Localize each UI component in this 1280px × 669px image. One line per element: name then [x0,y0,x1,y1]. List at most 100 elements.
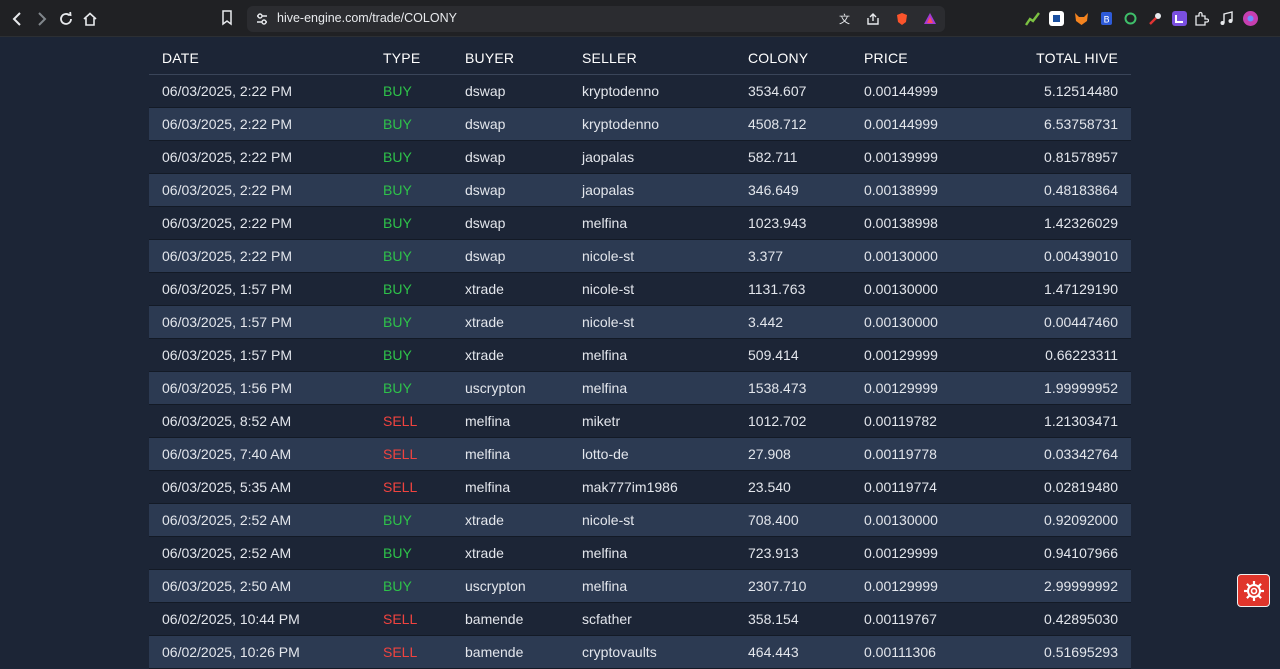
header-total-hive[interactable]: TOTAL HIVE [1036,50,1118,66]
cell-buyer: uscrypton [465,578,526,594]
cell-seller: melfina [582,578,628,594]
cell-total-hive: 0.03342764 [1044,446,1118,462]
cell-date: 06/03/2025, 2:22 PM [162,83,292,99]
extension-cube-icon[interactable] [1049,11,1064,26]
extension-key-icon[interactable] [1148,11,1163,26]
table-row[interactable]: 06/03/2025, 2:22 PM BUY dswap nicole-st 3.37… [149,240,1131,273]
cell-date: 06/03/2025, 2:52 AM [162,545,292,561]
cell-price: 0.00139999 [864,149,938,165]
cell-colony: 2307.710 [748,578,807,594]
cell-total-hive: 1.47129190 [1044,281,1118,297]
table-row[interactable]: 06/03/2025, 2:22 PM BUY dswap jaopalas 346.6… [149,174,1131,207]
header-colony[interactable]: COLONY [748,50,808,66]
cell-seller: miketr [582,413,621,429]
table-row[interactable]: 06/03/2025, 2:50 AM BUY uscrypton melfina 23… [149,570,1131,603]
table-row[interactable]: 06/03/2025, 2:52 AM BUY xtrade nicole-st 708… [149,504,1131,537]
table-row[interactable]: 06/03/2025, 7:40 AM SELL melfina lotto-de 27… [149,438,1131,471]
brave-rewards-icon[interactable] [923,12,937,26]
cell-type: SELL [383,479,418,495]
cell-date: 06/03/2025, 1:57 PM [162,281,292,297]
back-icon[interactable] [8,9,28,29]
table-row[interactable]: 06/03/2025, 2:22 PM BUY dswap kryptodenno 45… [149,108,1131,141]
cell-type: SELL [383,446,418,462]
cell-total-hive: 0.66223311 [1045,347,1118,363]
forward-icon[interactable] [31,9,51,29]
translate-icon[interactable]: 文 [839,12,853,26]
profile-avatar-icon[interactable] [1243,11,1258,26]
cell-colony: 582.711 [748,149,798,165]
header-buyer[interactable]: BUYER [465,50,514,66]
cell-date: 06/03/2025, 1:56 PM [162,380,292,396]
cell-buyer: xtrade [465,314,504,330]
cell-seller: melfina [582,380,628,396]
cell-date: 06/03/2025, 7:40 AM [162,446,292,462]
cell-price: 0.00119782 [864,413,937,429]
cell-price: 0.00119774 [864,479,937,495]
media-music-icon[interactable] [1219,11,1234,26]
brave-shields-icon[interactable] [895,12,909,26]
cell-buyer: dswap [465,182,506,198]
cell-total-hive: 1.42326029 [1044,215,1118,231]
extension-purple-icon[interactable] [1172,11,1187,26]
cell-price: 0.00138998 [864,215,938,231]
home-icon[interactable] [80,9,100,29]
cell-price: 0.00130000 [864,314,938,330]
cell-type: SELL [383,644,418,660]
cell-buyer: uscrypton [465,380,526,396]
cell-type: BUY [383,83,412,99]
table-row[interactable]: 06/03/2025, 1:57 PM BUY xtrade nicole-st 113… [149,273,1131,306]
cell-date: 06/03/2025, 1:57 PM [162,347,292,363]
cell-type: BUY [383,545,412,561]
extension-b-icon[interactable]: B [1099,11,1114,26]
cell-type: BUY [383,314,412,330]
table-row[interactable]: 06/03/2025, 1:56 PM BUY uscrypton melfina 15… [149,372,1131,405]
cell-price: 0.00119778 [864,446,937,462]
cell-price: 0.00111306 [864,644,936,660]
cell-seller: kryptodenno [582,116,660,132]
cell-date: 06/03/2025, 2:52 AM [162,512,292,528]
extensions-puzzle-icon[interactable] [1194,11,1210,26]
cell-date: 06/03/2025, 2:22 PM [162,149,292,165]
table-row[interactable]: 06/03/2025, 1:57 PM BUY xtrade melfina 509.4… [149,339,1131,372]
extension-leaf-icon[interactable] [1123,11,1138,26]
header-seller[interactable]: SELLER [582,50,637,66]
extension-chart-icon[interactable] [1025,11,1040,26]
bookmark-icon[interactable] [221,10,233,31]
cell-buyer: xtrade [465,281,504,297]
cell-colony: 1131.763 [748,281,806,297]
cell-seller: nicole-st [582,281,635,297]
table-row[interactable]: 06/03/2025, 2:22 PM BUY dswap kryptodenno 35… [149,75,1131,108]
site-settings-icon[interactable] [255,12,269,26]
cell-total-hive: 1.21303471 [1044,413,1118,429]
cell-type: BUY [383,248,412,264]
table-row[interactable]: 06/03/2025, 2:52 AM BUY xtrade melfina 723.9… [149,537,1131,570]
cell-price: 0.00129999 [864,380,938,396]
header-type[interactable]: TYPE [383,50,420,66]
header-price[interactable]: PRICE [864,50,908,66]
table-row[interactable]: 06/02/2025, 10:44 PM SELL bamende scfather 3… [149,603,1131,636]
cell-buyer: xtrade [465,512,504,528]
cell-buyer: melfina [465,446,511,462]
cell-seller: melfina [582,347,628,363]
table-row[interactable]: 06/03/2025, 5:35 AM SELL melfina mak777im19… [149,471,1131,504]
header-date[interactable]: DATE [162,50,199,66]
trade-history-table: DATE TYPE BUYER SELLER COLONY PRICE TOTA… [149,41,1131,669]
cell-colony: 346.649 [748,182,799,198]
table-row[interactable]: 06/03/2025, 2:22 PM BUY dswap melfina 1023.9… [149,207,1131,240]
table-row[interactable]: 06/03/2025, 2:22 PM BUY dswap jaopalas 582.7… [149,141,1131,174]
table-row[interactable]: 06/03/2025, 8:52 AM SELL melfina miketr 1012… [149,405,1131,438]
cell-total-hive: 2.99999992 [1044,578,1118,594]
address-bar[interactable]: hive-engine.com/trade/COLONY 文 [247,6,945,32]
share-icon[interactable] [866,12,880,26]
url-text[interactable]: hive-engine.com/trade/COLONY [277,11,457,25]
settings-gear-button[interactable] [1237,574,1270,607]
cell-seller: melfina [582,545,628,561]
reload-icon[interactable] [56,9,76,29]
cell-type: BUY [383,347,412,363]
cell-date: 06/03/2025, 8:52 AM [162,413,292,429]
extension-fox-icon[interactable] [1074,11,1089,26]
cell-colony: 1538.473 [748,380,807,396]
table-row[interactable]: 06/02/2025, 10:26 PM SELL bamende cryptovau… [149,636,1131,669]
cell-buyer: dswap [465,215,506,231]
table-row[interactable]: 06/03/2025, 1:57 PM BUY xtrade nicole-st 3.4… [149,306,1131,339]
